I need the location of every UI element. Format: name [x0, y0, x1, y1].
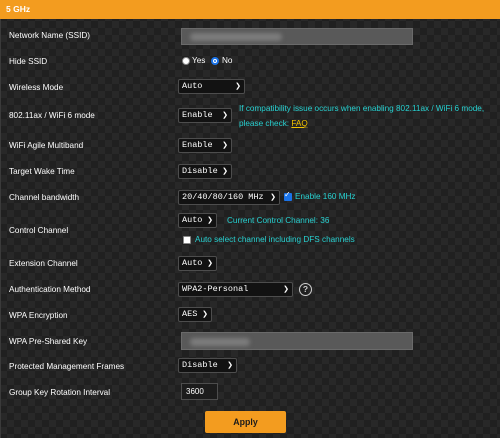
auth-method-label: Authentication Method	[9, 285, 91, 294]
wireless-mode-select[interactable]: Auto ❯	[178, 79, 245, 94]
faq-link[interactable]: FAQ	[291, 119, 307, 128]
wireless-mode-label: Wireless Mode	[9, 83, 64, 92]
control-channel-value: Auto	[182, 215, 203, 225]
wireless-settings-panel: Network Name (SSID) Hide SSID Yes No Wir…	[0, 19, 500, 438]
target-wake-time-label: Target Wake Time	[9, 167, 75, 176]
wireless-mode-value: Auto	[182, 81, 203, 91]
hide-ssid-no-radio[interactable]	[211, 57, 219, 65]
group-key-label: Group Key Rotation Interval	[9, 388, 111, 397]
ssid-label: Network Name (SSID)	[9, 31, 90, 40]
agile-multiband-value: Enable	[182, 140, 213, 150]
agile-multiband-select[interactable]: Enable ❯	[178, 138, 232, 153]
ssid-input[interactable]	[181, 28, 413, 45]
wifi6-note-line1: If compatibility issue occurs when enabl…	[239, 104, 485, 113]
dfs-label: Auto select channel including DFS channe…	[195, 235, 355, 244]
wifi6-mode-value: Enable	[182, 110, 213, 120]
wpa-encryption-value: AES	[182, 309, 198, 319]
channel-bandwidth-label: Channel bandwidth	[9, 193, 80, 202]
wpa-psk-input[interactable]	[181, 332, 413, 350]
wpa-psk-label: WPA Pre-Shared Key	[9, 337, 88, 346]
chevron-down-icon: ❯	[207, 216, 213, 224]
chevron-down-icon: ❯	[283, 285, 289, 293]
wpa-encryption-label: WPA Encryption	[9, 311, 68, 320]
extension-channel-value: Auto	[182, 258, 203, 268]
target-wake-time-value: Disable	[182, 166, 218, 176]
channel-bandwidth-value: 20/40/80/160 MHz	[182, 192, 264, 202]
dfs-checkbox[interactable]	[183, 236, 191, 244]
hide-ssid-label: Hide SSID	[9, 57, 48, 66]
pmf-select[interactable]: Disable ❯	[178, 358, 237, 373]
wifi6-mode-label: 802.11ax / WiFi 6 mode	[9, 111, 95, 120]
chevron-down-icon: ❯	[202, 310, 208, 318]
chevron-down-icon: ❯	[235, 82, 241, 90]
target-wake-time-select[interactable]: Disable ❯	[178, 164, 232, 179]
enable-160mhz-label: Enable 160 MHz	[295, 192, 356, 201]
help-circle-icon[interactable]: ?	[299, 283, 312, 296]
channel-bandwidth-select[interactable]: 20/40/80/160 MHz ❯	[178, 190, 280, 205]
pmf-value: Disable	[182, 360, 218, 370]
group-key-input[interactable]: 3600	[181, 383, 218, 400]
extension-channel-select[interactable]: Auto ❯	[178, 256, 217, 271]
chevron-down-icon: ❯	[222, 167, 228, 175]
apply-button[interactable]: Apply	[205, 411, 286, 433]
wifi6-note-text: please check:	[239, 119, 292, 128]
wifi6-mode-select[interactable]: Enable ❯	[178, 108, 232, 123]
chevron-down-icon: ❯	[222, 141, 228, 149]
chevron-down-icon: ❯	[207, 259, 213, 267]
current-control-channel: Current Control Channel: 36	[227, 216, 330, 225]
chevron-down-icon: ❯	[222, 111, 228, 119]
section-header: 5 GHz	[0, 0, 500, 19]
enable-160mhz-checkbox[interactable]	[284, 190, 292, 201]
extension-channel-label: Extension Channel	[9, 259, 78, 268]
wifi6-note-line2: please check: FAQ	[239, 119, 308, 128]
control-channel-select[interactable]: Auto ❯	[178, 213, 217, 228]
pmf-label: Protected Management Frames	[9, 362, 125, 371]
hide-ssid-yes-radio[interactable]	[182, 57, 190, 65]
control-channel-label: Control Channel	[9, 226, 69, 235]
chevron-down-icon: ❯	[227, 361, 233, 369]
chevron-down-icon: ❯	[270, 193, 276, 201]
wpa-psk-redaction	[190, 338, 250, 346]
auth-method-value: WPA2-Personal	[182, 284, 249, 294]
auth-method-select[interactable]: WPA2-Personal ❯	[178, 282, 293, 297]
agile-multiband-label: WiFi Agile Multiband	[9, 141, 84, 150]
ssid-redaction	[190, 33, 282, 41]
hide-ssid-yes-label: Yes	[192, 56, 206, 65]
hide-ssid-no-label: No	[222, 56, 233, 65]
wpa-encryption-select[interactable]: AES ❯	[178, 307, 212, 322]
